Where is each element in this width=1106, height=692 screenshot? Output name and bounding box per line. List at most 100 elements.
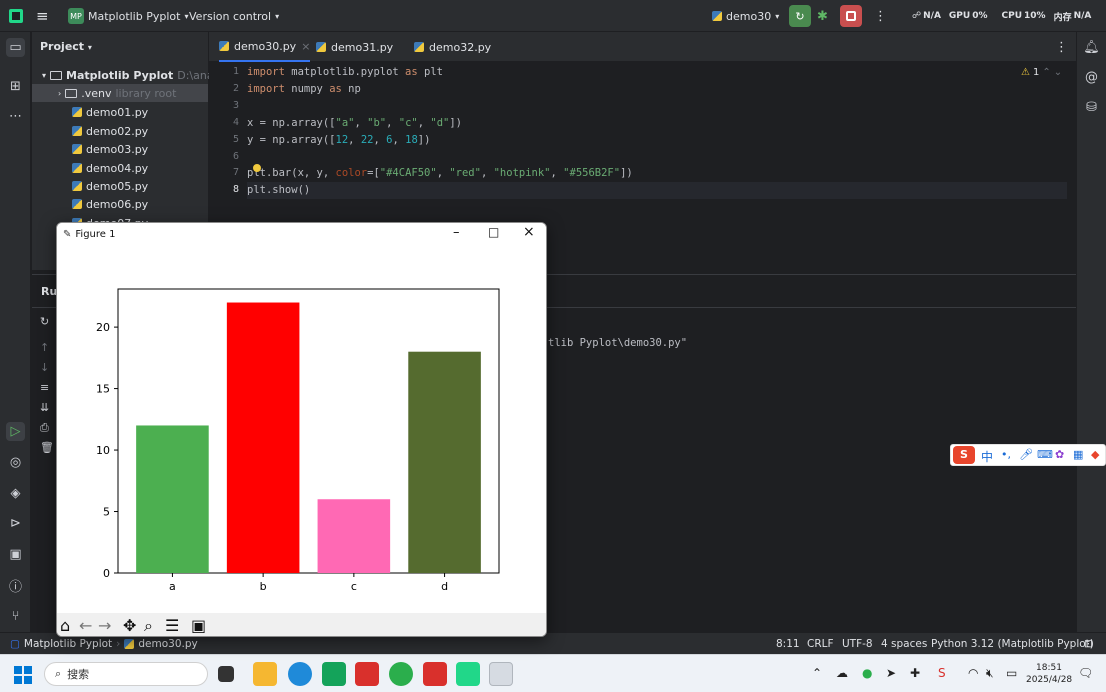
file-encoding[interactable]: UTF-8 bbox=[842, 633, 873, 655]
tree-file[interactable]: demo04.py bbox=[72, 159, 148, 177]
wps-icon[interactable] bbox=[355, 662, 379, 686]
cloud-icon[interactable]: ☁ bbox=[836, 666, 848, 680]
scroll-end-icon[interactable]: ⇊ bbox=[40, 401, 49, 414]
vcs-menu[interactable]: Version control ▾ bbox=[189, 0, 279, 32]
tab-demo30[interactable]: demo30.py × bbox=[219, 32, 311, 62]
stop-button[interactable] bbox=[840, 0, 862, 32]
clock[interactable]: 18:51 2025/4/28 bbox=[1026, 662, 1072, 686]
project-tool-icon[interactable]: ▭ bbox=[6, 38, 25, 57]
back-icon[interactable]: ← bbox=[79, 616, 92, 635]
toolbox-icon[interactable]: ▦ bbox=[1073, 448, 1083, 461]
layers-icon[interactable]: ◈ bbox=[6, 484, 25, 503]
zoom-icon[interactable]: ⌕ bbox=[144, 616, 153, 636]
interpreter-selector[interactable]: Python 3.12 (Matplotlib Pyplot) bbox=[931, 633, 1094, 655]
lock-icon[interactable]: ⊡ bbox=[1084, 633, 1093, 655]
code-token: , bbox=[354, 117, 368, 129]
breadcrumb-project[interactable]: Matplotlib Pyplot bbox=[24, 638, 112, 650]
database-icon[interactable]: ⛁ bbox=[1082, 98, 1101, 117]
tray-app-icon[interactable]: ✚ bbox=[910, 666, 920, 680]
run-tool-icon[interactable]: ▷ bbox=[6, 422, 25, 441]
taskbar-search[interactable]: ⌕ 搜索 bbox=[44, 662, 208, 686]
maximize-button[interactable]: □ bbox=[488, 225, 499, 239]
tab-demo32[interactable]: demo32.py bbox=[414, 32, 491, 62]
tree-venv[interactable]: › .venv library root bbox=[32, 84, 208, 102]
notifications-icon[interactable]: 🔔︎ bbox=[1082, 38, 1101, 57]
battery-icon[interactable]: ▭ bbox=[1006, 666, 1017, 680]
tree-file[interactable]: demo05.py bbox=[72, 177, 148, 195]
ime-mode[interactable]: 中 bbox=[981, 448, 993, 465]
keyboard-icon[interactable]: ⌨ bbox=[1037, 448, 1053, 461]
tree-file[interactable]: demo03.py bbox=[72, 140, 148, 158]
caret-position[interactable]: 8:11 bbox=[776, 633, 800, 655]
arrow-down-icon[interactable]: ↓ bbox=[40, 361, 49, 374]
tab-demo31[interactable]: demo31.py bbox=[316, 32, 393, 62]
send-icon[interactable]: ➤ bbox=[886, 666, 896, 680]
x-axis: a b c d bbox=[169, 573, 448, 593]
chevron-up-icon[interactable]: ⌃ bbox=[1042, 67, 1050, 78]
run-config-selector[interactable]: demo30 ▾ bbox=[712, 0, 779, 32]
wechat-icon[interactable] bbox=[389, 662, 413, 686]
arrow-up-icon[interactable]: ↑ bbox=[40, 341, 49, 354]
edge-icon[interactable] bbox=[288, 662, 312, 686]
project-switcher[interactable]: MP Matplotlib Pyplot ▾ bbox=[68, 0, 188, 32]
tab-options-icon[interactable]: ⋮ bbox=[1055, 32, 1068, 62]
wps-writer-icon[interactable] bbox=[423, 662, 447, 686]
terminal-icon[interactable]: ▣ bbox=[6, 545, 25, 564]
breadcrumb-file[interactable]: demo30.py bbox=[138, 638, 197, 650]
volume-muted-icon[interactable]: 🔇︎ bbox=[986, 666, 994, 681]
sogou-logo-icon[interactable]: S bbox=[953, 446, 975, 464]
app-logo-icon[interactable] bbox=[8, 0, 24, 32]
file-explorer-icon[interactable] bbox=[253, 662, 277, 686]
main-menu-icon[interactable]: ≡ bbox=[36, 0, 49, 32]
chevron-down-icon[interactable]: ⌄ bbox=[1054, 67, 1062, 78]
wechat-tray-icon[interactable]: ● bbox=[862, 666, 872, 680]
microphone-icon[interactable]: 🎤︎ bbox=[1019, 448, 1033, 461]
structure-tool-icon[interactable]: ⊞ bbox=[6, 77, 25, 96]
wifi-icon[interactable]: ◠ bbox=[968, 666, 978, 680]
lightbulb-icon[interactable] bbox=[253, 164, 261, 172]
more-actions-icon[interactable]: ⋮ bbox=[874, 0, 887, 32]
code-token: "a" bbox=[335, 117, 355, 129]
tree-file[interactable]: demo06.py bbox=[72, 195, 148, 213]
task-view-icon[interactable] bbox=[218, 666, 234, 682]
minimize-button[interactable]: – bbox=[453, 225, 460, 240]
ime-extra-icon[interactable]: ◆ bbox=[1091, 448, 1099, 461]
rerun-button[interactable]: ↻ bbox=[789, 0, 811, 32]
rerun-icon[interactable]: ↻ bbox=[40, 315, 49, 328]
git-icon[interactable]: ⑂ bbox=[6, 607, 25, 626]
tree-venv-label: .venv bbox=[81, 86, 112, 100]
subplots-config-icon[interactable]: ☰ bbox=[165, 616, 179, 635]
figure-title-bar[interactable]: ✎ Figure 1 – □ × bbox=[57, 223, 546, 245]
save-icon[interactable]: ▣ bbox=[191, 616, 206, 635]
soft-wrap-icon[interactable]: ≡ bbox=[40, 381, 49, 394]
close-button[interactable]: × bbox=[523, 224, 535, 240]
home-icon[interactable]: ⌂ bbox=[60, 616, 70, 635]
matplotlib-figure-icon[interactable] bbox=[489, 662, 513, 686]
inspection-widget[interactable]: ⚠ 1 ⌃ ⌄ bbox=[1021, 67, 1062, 78]
chevron-up-icon[interactable]: ⌃ bbox=[812, 666, 822, 680]
pycharm-icon[interactable] bbox=[456, 662, 480, 686]
problems-icon[interactable]: ⓘ bbox=[6, 576, 25, 595]
tree-file[interactable]: demo01.py bbox=[72, 103, 148, 121]
sogou-tray-icon[interactable]: S bbox=[938, 666, 946, 680]
tree-file[interactable]: demo02.py bbox=[72, 122, 148, 140]
print-icon[interactable]: ⎙ bbox=[40, 421, 49, 435]
indent-setting[interactable]: 4 spaces bbox=[881, 633, 927, 655]
python-file-icon bbox=[219, 41, 229, 51]
debug-button[interactable]: ✱ bbox=[817, 0, 828, 32]
store-icon[interactable] bbox=[322, 662, 346, 686]
start-icon[interactable] bbox=[14, 666, 32, 684]
close-icon[interactable]: × bbox=[301, 40, 310, 53]
services-icon[interactable]: ⊳ bbox=[6, 514, 25, 533]
python-console-icon[interactable]: ◎ bbox=[6, 453, 25, 472]
pan-icon[interactable]: ✥ bbox=[123, 616, 136, 635]
notification-icon[interactable]: 🗨︎ bbox=[1078, 666, 1093, 680]
line-separator[interactable]: CRLF bbox=[807, 633, 834, 655]
more-tools-icon[interactable]: ⋯ bbox=[6, 107, 25, 126]
forward-icon[interactable]: → bbox=[98, 616, 111, 635]
project-panel-header[interactable]: Project ▾ bbox=[40, 40, 92, 53]
ai-assistant-icon[interactable]: @ bbox=[1082, 68, 1101, 87]
trash-icon[interactable]: 🗑︎ bbox=[40, 441, 54, 454]
skin-icon[interactable]: ✿ bbox=[1055, 448, 1064, 461]
punctuation-icon[interactable]: •, bbox=[1001, 448, 1011, 461]
